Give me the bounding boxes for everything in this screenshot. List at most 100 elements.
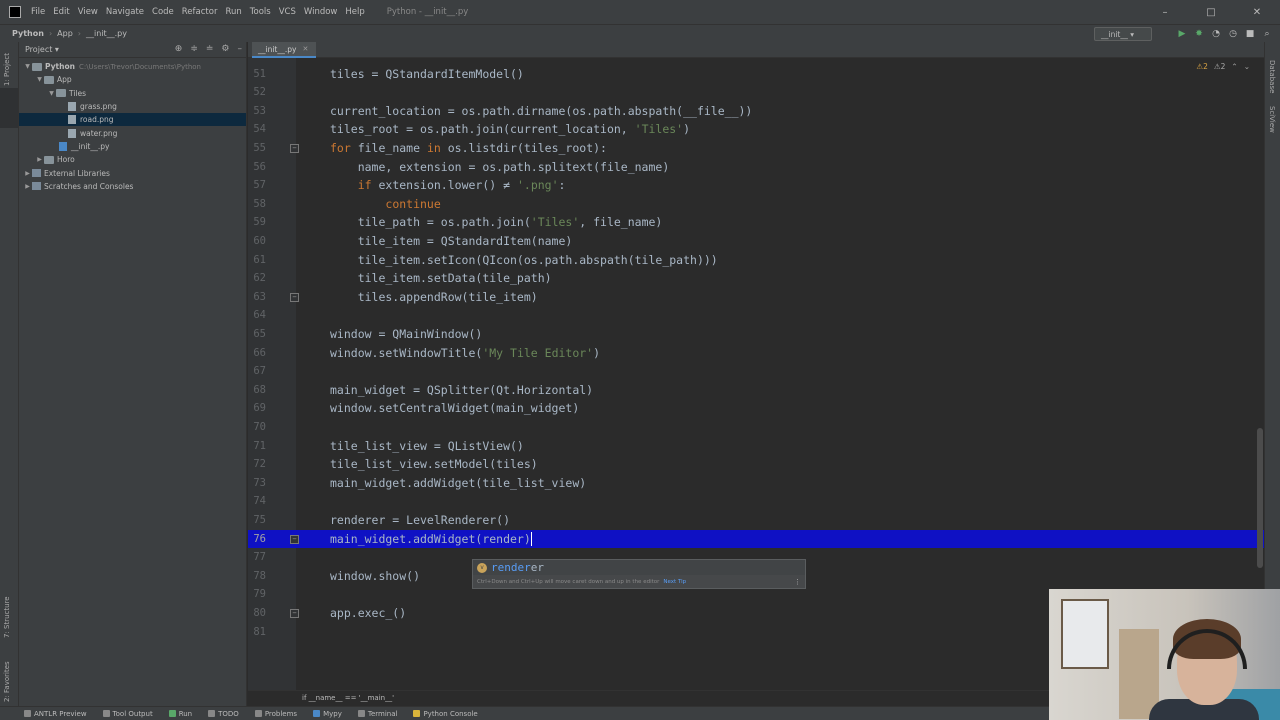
tree-item-scratches[interactable]: ▶ Scratches and Consoles	[19, 180, 246, 193]
chevron-down-icon[interactable]: ▼	[23, 63, 32, 70]
menu-help[interactable]: Help	[341, 7, 368, 17]
stop-icon[interactable]: ■	[1245, 29, 1255, 39]
code-line[interactable]: 64	[248, 306, 1264, 325]
code-line[interactable]: 67	[248, 362, 1264, 381]
code-line[interactable]: 63 − tiles.appendRow(tile_item)	[248, 288, 1264, 307]
nav-crumb-app[interactable]: App	[52, 29, 78, 38]
code-line[interactable]: 57 if extension.lower() ≠ '.png':	[248, 176, 1264, 195]
code-line[interactable]: 52	[248, 83, 1264, 102]
tree-item-grass[interactable]: grass.png	[19, 100, 246, 113]
chevron-down-icon[interactable]: ▼	[35, 76, 44, 83]
editor-scrollbar[interactable]	[1257, 428, 1263, 568]
run-config-select[interactable]: __init__ ▾	[1094, 27, 1152, 41]
tree-item-app[interactable]: ▼ App	[19, 73, 246, 86]
more-options-icon[interactable]: ⋮	[794, 578, 801, 586]
status-run[interactable]: Run	[168, 710, 192, 718]
code-line[interactable]: 70	[248, 418, 1264, 437]
gear-icon[interactable]: ⚙	[221, 44, 229, 54]
code-line[interactable]: 76 − main_widget.addWidget(render)	[248, 529, 1264, 549]
debug-icon[interactable]: ✸	[1194, 29, 1204, 39]
tree-item-init-py[interactable]: __init__.py	[19, 140, 246, 153]
code-line[interactable]: 66 window.setWindowTitle('My Tile Editor'…	[248, 344, 1264, 363]
code-line[interactable]: 59 tile_path = os.path.join('Tiles', fil…	[248, 213, 1264, 232]
code-line[interactable]: 65 window = QMainWindow()	[248, 325, 1264, 344]
fold-icon[interactable]: −	[290, 144, 299, 153]
fold-icon[interactable]: −	[290, 292, 299, 302]
code-line[interactable]: 51 tiles = QStandardItemModel()	[248, 65, 1264, 84]
menu-edit[interactable]: Edit	[49, 7, 73, 17]
autocomplete-item[interactable]: v render er	[473, 560, 805, 575]
hide-icon[interactable]: –	[238, 44, 243, 54]
status-python-console[interactable]: Python Console	[413, 710, 478, 718]
database-stripe-button[interactable]: Database	[1268, 60, 1276, 93]
menu-vcs[interactable]: VCS	[275, 7, 300, 17]
code-line[interactable]: 69 window.setCentralWidget(main_widget)	[248, 399, 1264, 418]
stripe-favorites-button[interactable]: 2: Favorites	[3, 661, 11, 702]
tree-item-road[interactable]: road.png	[19, 113, 246, 127]
code-line[interactable]: 72 tile_list_view.setModel(tiles)	[248, 455, 1264, 474]
nav-crumb-project[interactable]: Python	[0, 29, 49, 38]
stripe-structure-button[interactable]: 7: Structure	[3, 596, 11, 638]
code-line[interactable]: 75 renderer = LevelRenderer()	[248, 511, 1264, 530]
code-line[interactable]: 74	[248, 492, 1264, 511]
tree-item-external-libraries[interactable]: ▶ External Libraries	[19, 166, 246, 179]
code-line[interactable]: 61 tile_item.setIcon(QIcon(os.path.abspa…	[248, 251, 1264, 270]
tab-init-py[interactable]: __init__.py ✕	[252, 42, 316, 58]
code-line[interactable]: 68 main_widget = QSplitter(Qt.Horizontal)	[248, 381, 1264, 400]
code-line[interactable]: 58 continue	[248, 195, 1264, 214]
chevron-right-icon[interactable]: ▶	[23, 183, 32, 190]
status-antlr-preview[interactable]: ANTLR Preview	[24, 710, 87, 718]
menu-file[interactable]: File	[27, 7, 49, 17]
chevron-down-icon[interactable]: ▼	[47, 90, 56, 97]
code-line[interactable]: 62 tile_item.setData(tile_path)	[248, 269, 1264, 288]
fold-icon[interactable]: −	[290, 534, 299, 544]
inspection-widget[interactable]: ⚠2 ⚠2 ⌃ ⌄	[1196, 62, 1250, 71]
tree-item-python[interactable]: ▼ Python C:\Users\Trevor\Documents\Pytho…	[19, 60, 246, 73]
menu-window[interactable]: Window	[300, 7, 342, 17]
collapse-all-icon[interactable]: ≑	[190, 44, 198, 54]
close-tab-icon[interactable]: ✕	[302, 45, 308, 53]
menu-code[interactable]: Code	[148, 7, 178, 17]
tree-item-tiles[interactable]: ▼ Tiles	[19, 87, 246, 100]
code-line[interactable]: 71 tile_list_view = QListView()	[248, 437, 1264, 456]
chevron-right-icon[interactable]: ▶	[35, 156, 44, 163]
line-number: 51	[253, 67, 266, 80]
chevron-up-icon[interactable]: ⌃	[1231, 62, 1237, 71]
nav-crumb-file[interactable]: __init__.py	[81, 29, 132, 38]
chevron-down-icon[interactable]: ⌄	[1244, 62, 1250, 71]
chevron-right-icon[interactable]: ▶	[23, 170, 32, 177]
status-tool-output[interactable]: Tool Output	[102, 710, 153, 718]
status-problems[interactable]: Problems	[254, 710, 297, 718]
code-line[interactable]: 50	[248, 58, 1264, 65]
coverage-icon[interactable]: ◔	[1211, 29, 1221, 39]
code-line[interactable]: 53 current_location = os.path.dirname(os.…	[248, 102, 1264, 121]
menu-navigate[interactable]: Navigate	[102, 7, 148, 17]
status-terminal[interactable]: Terminal	[357, 710, 397, 718]
stripe-project-button[interactable]: 1: Project	[3, 53, 11, 86]
profile-icon[interactable]: ◷	[1228, 29, 1238, 39]
code-line[interactable]: 60 tile_item = QStandardItem(name)	[248, 232, 1264, 251]
project-panel-title[interactable]: Project	[25, 45, 52, 54]
menu-view[interactable]: View	[74, 7, 102, 17]
expand-all-icon[interactable]: ≐	[206, 44, 214, 54]
maximize-icon[interactable]: □	[1188, 0, 1234, 24]
code-line[interactable]: 55 − for file_name in os.listdir(tiles_roo…	[248, 139, 1264, 158]
run-icon[interactable]: ▶	[1177, 29, 1187, 39]
close-icon[interactable]: ✕	[1234, 0, 1280, 24]
tree-item-water[interactable]: water.png	[19, 126, 246, 139]
locate-icon[interactable]: ⊕	[175, 44, 183, 54]
code-line[interactable]: 54 tiles_root = os.path.join(current_loca…	[248, 120, 1264, 139]
minimize-icon[interactable]: –	[1142, 0, 1188, 24]
status-todo[interactable]: TODO	[208, 710, 239, 718]
fold-icon[interactable]: −	[290, 609, 299, 618]
tree-item-horo[interactable]: ▶ Horo	[19, 153, 246, 166]
menu-tools[interactable]: Tools	[246, 7, 275, 17]
next-tip-link[interactable]: Next Tip	[663, 579, 686, 585]
code-line[interactable]: 56 name, extension = os.path.splitext(fi…	[248, 158, 1264, 177]
code-line[interactable]: 73 main_widget.addWidget(tile_list_view)	[248, 474, 1264, 493]
menu-refactor[interactable]: Refactor	[178, 7, 222, 17]
sciview-stripe-button[interactable]: SciView	[1268, 106, 1276, 133]
menu-run[interactable]: Run	[221, 7, 245, 17]
status-mypy[interactable]: Mypy	[313, 710, 342, 718]
search-icon[interactable]: ⌕	[1262, 29, 1272, 39]
